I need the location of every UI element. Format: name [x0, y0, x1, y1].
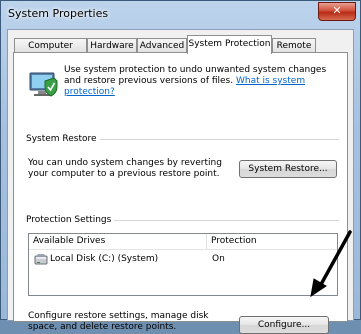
system-restore-heading: System Restore — [26, 134, 100, 144]
configure-description: Configure restore settings, manage disk … — [28, 311, 209, 332]
tab-hardware[interactable]: Hardware — [87, 38, 137, 53]
tab-computer-name[interactable]: Computer Name — [14, 38, 87, 65]
column-header-protection[interactable]: Protection — [207, 234, 331, 249]
tab-advanced[interactable]: Advanced — [137, 38, 187, 53]
column-header-available-drives[interactable]: Available Drives — [29, 234, 207, 249]
available-drives-list[interactable]: Available Drives Protection Local Disk (… — [28, 233, 338, 296]
window-title: System Properties — [8, 7, 109, 20]
system-restore-divider — [84, 139, 339, 140]
header-separator — [29, 249, 337, 250]
system-restore-button[interactable]: System Restore... — [239, 160, 337, 178]
drive-protection-status: On — [212, 254, 225, 264]
system-protection-icon — [29, 72, 58, 97]
protection-settings-heading: Protection Settings — [26, 215, 115, 225]
system-protection-panel: Use system protection to undo unwanted s… — [13, 52, 348, 334]
system-properties-window: System Properties ✕ Computer Name Hardwa… — [0, 0, 361, 334]
tab-system-protection[interactable]: System Protection — [187, 35, 272, 54]
drive-row[interactable]: Local Disk (C:) (System) On — [30, 252, 330, 267]
close-icon: ✕ — [332, 4, 342, 17]
configure-button[interactable]: Configure... — [239, 316, 329, 334]
protection-settings-divider — [106, 220, 339, 221]
system-restore-description: You can undo system changes by reverting… — [28, 158, 222, 179]
intro-text: Use system protection to undo unwanted s… — [64, 65, 344, 98]
close-button[interactable]: ✕ — [318, 2, 356, 21]
tab-remote[interactable]: Remote — [272, 38, 316, 53]
drive-name: Local Disk (C:) (System) — [50, 254, 159, 264]
disk-icon — [34, 254, 48, 265]
title-bar[interactable]: System Properties ✕ — [1, 1, 360, 27]
dialog-client-area: Computer Name Hardware Advanced System P… — [7, 29, 354, 334]
